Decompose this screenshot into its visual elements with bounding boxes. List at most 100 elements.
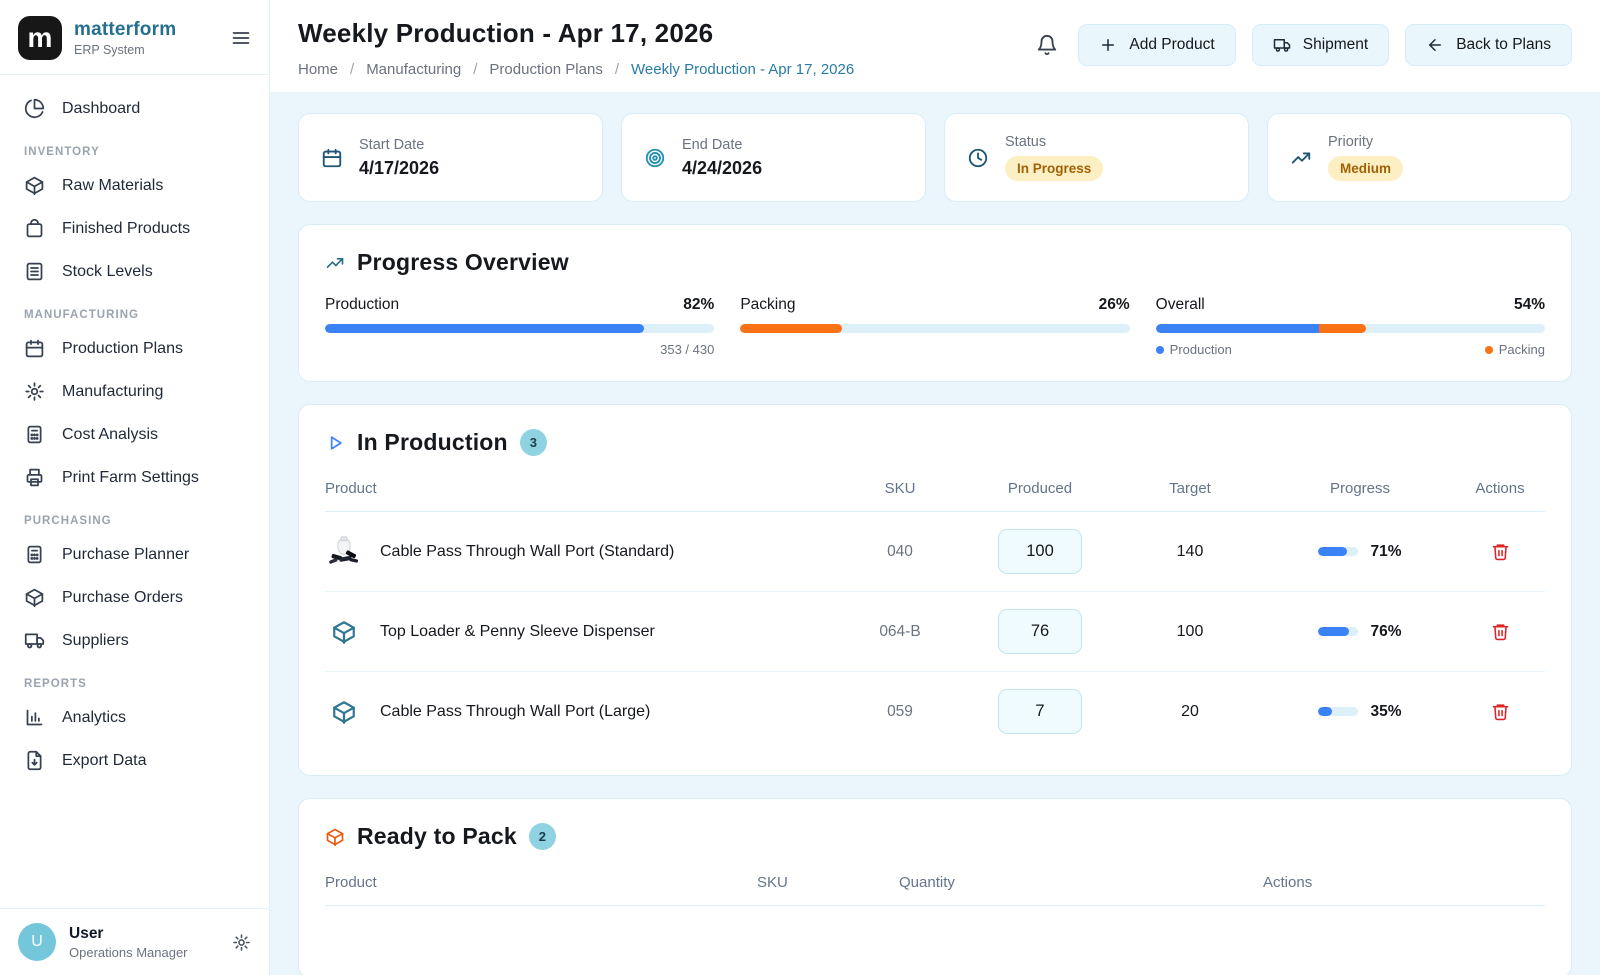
gear-icon — [24, 381, 45, 402]
row-progress: 35% — [1265, 703, 1455, 721]
trash-icon — [1491, 702, 1510, 721]
table-row: Cable Pass Through Wall Port (Standard) … — [325, 512, 1545, 592]
table-row: Cable Pass Through Wall Port (Large) 059… — [325, 672, 1545, 751]
sidebar-item-print-farm-settings[interactable]: Print Farm Settings — [0, 456, 269, 499]
col-progress: Progress — [1265, 480, 1455, 497]
sidebar-item-export-data[interactable]: Export Data — [0, 739, 269, 782]
sidebar: m matterform ERP System Dashboard INVENT… — [0, 0, 270, 975]
target-value: 140 — [1115, 543, 1265, 561]
sidebar-item-manufacturing[interactable]: Manufacturing — [0, 370, 269, 413]
shipment-button[interactable]: Shipment — [1252, 24, 1389, 66]
sidebar-item-purchase-orders[interactable]: Purchase Orders — [0, 576, 269, 619]
production-progress-bar — [325, 324, 714, 333]
package-icon — [24, 175, 45, 196]
printer-icon — [24, 467, 45, 488]
clock-icon — [967, 147, 989, 169]
sidebar-item-label: Finished Products — [62, 220, 190, 238]
produced-input[interactable] — [998, 609, 1082, 654]
production-progress: Production 82% 353 / 430 — [325, 296, 714, 357]
sidebar-item-stock-levels[interactable]: Stock Levels — [0, 250, 269, 293]
sidebar-item-raw-materials[interactable]: Raw Materials — [0, 164, 269, 207]
packing-progress-bar — [740, 324, 1129, 333]
sidebar-item-analytics[interactable]: Analytics — [0, 696, 269, 739]
package-icon — [24, 587, 45, 608]
back-to-plans-button[interactable]: Back to Plans — [1405, 24, 1572, 66]
calculator-icon — [24, 544, 45, 565]
overall-progress-bar — [1156, 324, 1545, 333]
brand: m matterform ERP System — [0, 0, 269, 75]
sidebar-item-label: Suppliers — [62, 632, 129, 650]
sidebar-item-suppliers[interactable]: Suppliers — [0, 619, 269, 662]
menu-icon[interactable] — [231, 28, 251, 48]
bar-chart-icon — [24, 707, 45, 728]
sidebar-item-label: Print Farm Settings — [62, 469, 199, 487]
breadcrumb-separator: / — [473, 61, 477, 78]
delete-row-button[interactable] — [1491, 542, 1510, 561]
in-production-title: In Production — [357, 429, 508, 456]
product-photo — [325, 533, 363, 571]
cable-port-photo — [325, 533, 363, 571]
package-icon — [331, 619, 357, 645]
packing-legend-dot — [1485, 346, 1493, 354]
sidebar-item-purchase-planner[interactable]: Purchase Planner — [0, 533, 269, 576]
calendar-icon — [24, 338, 45, 359]
progress-percent: 35% — [1370, 703, 1401, 721]
priority-badge: Medium — [1328, 156, 1403, 181]
sidebar-item-label: Production Plans — [62, 340, 183, 358]
sidebar-item-label: Raw Materials — [62, 177, 163, 195]
packing-label: Packing — [740, 296, 795, 314]
breadcrumb-home[interactable]: Home — [298, 61, 338, 78]
product-name: Top Loader & Penny Sleeve Dispenser — [380, 623, 655, 641]
delete-row-button[interactable] — [1491, 702, 1510, 721]
sidebar-item-label: Cost Analysis — [62, 426, 158, 444]
produced-input[interactable] — [998, 689, 1082, 734]
add-product-button[interactable]: Add Product — [1078, 24, 1235, 66]
status-badge: In Progress — [1005, 156, 1103, 181]
sidebar-item-label: Manufacturing — [62, 383, 163, 401]
top-actions: Add Product Shipment Back to Plans — [1036, 24, 1572, 66]
sidebar-item-finished-products[interactable]: Finished Products — [0, 207, 269, 250]
col-sku: SKU — [757, 874, 899, 891]
product-box-icon — [325, 693, 363, 731]
file-download-icon — [24, 750, 45, 771]
info-cards: Start Date 4/17/2026 End Date 4/24/2026 … — [298, 113, 1572, 202]
bell-icon[interactable] — [1036, 34, 1058, 56]
sidebar-item-cost-analysis[interactable]: Cost Analysis — [0, 413, 269, 456]
ready-to-pack-count-badge: 2 — [529, 823, 556, 850]
delete-row-button[interactable] — [1491, 622, 1510, 641]
brand-subtitle: ERP System — [74, 43, 219, 57]
in-production-count-badge: 3 — [520, 429, 547, 456]
calendar-icon — [321, 147, 343, 169]
trash-icon — [1491, 542, 1510, 561]
sidebar-item-production-plans[interactable]: Production Plans — [0, 327, 269, 370]
packing-progress: Packing 26% — [740, 296, 1129, 357]
col-sku: SKU — [835, 480, 965, 497]
progress-overview-card: Progress Overview Production 82% 353 / 4… — [298, 224, 1572, 382]
production-label: Production — [325, 296, 399, 314]
play-icon — [325, 433, 345, 453]
avatar: U — [18, 923, 56, 961]
breadcrumb-separator: / — [615, 61, 619, 78]
packing-legend-label: Packing — [1499, 342, 1545, 357]
button-label: Shipment — [1303, 36, 1368, 54]
truck-icon — [24, 630, 45, 651]
production-count: 353 / 430 — [325, 342, 714, 357]
in-production-table-header: Product SKU Produced Target Progress Act… — [325, 476, 1545, 512]
sidebar-item-dashboard[interactable]: Dashboard — [0, 87, 269, 130]
row-progress: 76% — [1265, 623, 1455, 641]
package-icon — [331, 699, 357, 725]
breadcrumb-production-plans[interactable]: Production Plans — [489, 61, 602, 78]
production-legend-label: Production — [1170, 342, 1232, 357]
product-sku: 064-B — [835, 623, 965, 641]
breadcrumb-manufacturing[interactable]: Manufacturing — [366, 61, 461, 78]
production-legend-dot — [1156, 346, 1164, 354]
packing-percent: 26% — [1099, 296, 1130, 314]
section-label-reports: REPORTS — [0, 662, 269, 696]
sidebar-item-label: Analytics — [62, 709, 126, 727]
ready-to-pack-title: Ready to Pack — [357, 823, 517, 850]
settings-gear-icon[interactable] — [232, 933, 251, 952]
content: Start Date 4/17/2026 End Date 4/24/2026 … — [270, 93, 1600, 975]
main-area: Weekly Production - Apr 17, 2026 Home / … — [270, 0, 1600, 975]
end-date-value: 4/24/2026 — [682, 158, 762, 179]
produced-input[interactable] — [998, 529, 1082, 574]
